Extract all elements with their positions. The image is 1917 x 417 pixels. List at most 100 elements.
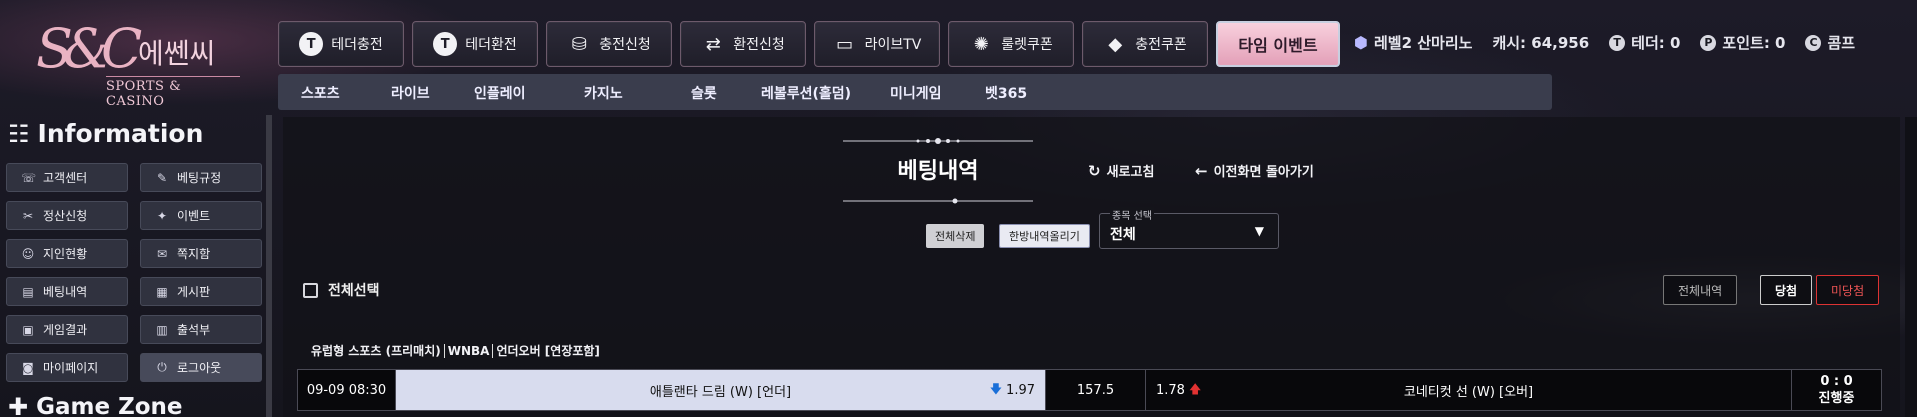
result-icon: ▣ [22,322,34,337]
select-all-checkbox[interactable]: 전체선택 [303,280,380,300]
sidebar-item-settlement[interactable]: ✂ 정산신청 [6,201,128,230]
bet-market: 언더오버 [연장포함] [496,344,600,358]
information-title: Information [37,119,204,148]
tether-icon: T [433,32,458,56]
home-odds-value: 1.97 [1006,382,1035,398]
cash-text: 캐시: 64,956 [1492,34,1590,52]
match-status: 0 : 0 진행중 [1792,370,1881,410]
refresh-button[interactable]: ↻ 새로고침 [1088,161,1155,181]
exchange-icon: ⇄ [705,33,721,55]
sidebar-item-friends[interactable]: ☺ 지인현황 [6,239,128,268]
bet-category: 유럽형 스포츠 (프리매치) [311,344,441,358]
game-zone-heading: ✚ Game Zone [8,393,183,417]
sport-select[interactable]: 종목 선택 전체 ▼ [1099,207,1279,249]
sub-nav: 스포츠 라이브 인플레이 카지노 슬롯 레볼루션(홀덤) 미니게임 벳365 [278,74,1552,110]
sidebar-item-messages[interactable]: ✉ 쪽지함 [140,239,262,268]
sidebar-item-label: 게시판 [177,285,211,299]
deposit-request-label: 충전신청 [599,37,651,53]
roulette-coupon-button[interactable]: ✺ 룰렛쿠폰 [948,21,1074,67]
time-event-button[interactable]: 타임 이벤트 [1216,21,1340,67]
tether-icon: T [1609,34,1626,51]
subnav-revolution[interactable]: 레볼루션(홀덤) [761,83,851,103]
home-team: 애틀랜타 드림 (W) [언더] [649,384,792,400]
settle-icon: ✂ [22,208,34,223]
sidebar-item-bet-rules[interactable]: ✎ 베팅규정 [140,163,262,192]
sidebar-item-customer-center[interactable]: ☏ 고객센터 [6,163,128,192]
level-icon: ⬢ [1354,33,1368,52]
filter-win-button[interactable]: 당첨 [1760,275,1813,305]
roulette-icon: ✺ [973,33,989,55]
sport-select-value: 전체 [1110,227,1136,243]
gamepad-icon: ✚ [8,393,29,417]
deposit-request-button[interactable]: ⛁ 충전신청 [546,21,672,67]
filter-all-button[interactable]: 전체내역 [1663,275,1738,305]
user-level[interactable]: ⬢ 레벨2 산마리노 [1354,32,1472,53]
home-selection[interactable]: 애틀랜타 드림 (W) [언더] 🡇 1.97 [396,370,1046,410]
charge-coupon-button[interactable]: ◆ 충전쿠폰 [1082,21,1208,67]
bet-league: WNBA [447,343,490,358]
back-label: 이전화면 돌아가기 [1213,165,1314,180]
sidebar-item-bet-history[interactable]: ▤ 베팅내역 [6,277,128,306]
message-icon: ✉ [156,246,168,261]
title-ornament-bottom [843,198,1033,204]
subnav-minigame[interactable]: 미니게임 [890,83,942,103]
bet-row: 09-09 08:30 애틀랜타 드림 (W) [언더] 🡇 1.97 157.… [297,369,1882,411]
away-odds: 1.78 🡅 [1156,380,1201,401]
charge-coupon-label: 충전쿠폰 [1135,37,1187,53]
upload-history-button[interactable]: 한방내역올리기 [999,224,1090,248]
sidebar-menu: ☏ 고객센터 ✎ 베팅규정 ✂ 정산신청 ✦ 이벤트 ☺ 지인현황 ✉ 쪽지함 ▤ 베팅내역 … [6,163,262,382]
sidebar-item-label: 이벤트 [177,209,211,223]
sidebar-item-label: 게임결과 [43,323,88,337]
page-title: 베팅내역 [897,159,979,184]
header: S&C 에쎈씨 SPORTS & CASINO T 테더충전 T 테더환전 ⛁ … [0,0,1917,112]
info-list-icon: ☷ [8,119,30,148]
away-odds-value: 1.78 [1156,382,1185,398]
bet-history-panel: 베팅내역 ↻ 새로고침 ← 이전화면 돌아가기 전체삭제 한방내역올리기 종목 … [283,117,1900,417]
sidebar-item-label: 베팅내역 [43,285,88,299]
sidebar-item-label: 마이페이지 [43,361,99,375]
match-status-text: 진행중 [1818,391,1855,406]
away-selection[interactable]: 1.78 🡅 코네티컷 선 (W) [오버] [1146,370,1792,410]
sidebar-item-mypage[interactable]: ◙ 마이페이지 [6,353,128,382]
game-zone-title: Game Zone [36,394,183,417]
arrow-left-icon: ← [1195,161,1208,180]
live-tv-button[interactable]: ▭ 라이브TV [814,21,940,67]
sidebar-item-attendance[interactable]: ▥ 출석부 [140,315,262,344]
event-icon: ✦ [156,208,168,223]
subnav-bet365[interactable]: 벳365 [985,83,1027,103]
bet-history-icon: ▤ [22,284,34,299]
subnav-casino[interactable]: 카지노 [584,83,623,103]
top-nav: T 테더충전 T 테더환전 ⛁ 충전신청 ⇄ 환전신청 ▭ 라이브TV ✺ 룰렛… [278,21,1340,67]
subnav-sports[interactable]: 스포츠 [301,83,340,103]
page-scrollbar[interactable] [1905,117,1917,417]
filter-lose-button[interactable]: 미당첨 [1816,275,1880,305]
point-balance: P 포인트: 0 [1700,32,1785,53]
user-info: ⬢ 레벨2 산마리노 캐시: 64,956 T 테더: 0 P 포인트: 0 C… [1354,32,1855,53]
board-icon: ▦ [156,284,168,299]
sidebar-item-label: 지인현황 [43,247,88,261]
subnav-inplay[interactable]: 인플레이 [474,83,526,103]
sidebar-scrollbar[interactable] [266,115,272,417]
site-logo[interactable]: S&C 에쎈씨 SPORTS & CASINO [30,18,240,109]
tether-withdraw-button[interactable]: T 테더환전 [412,21,538,67]
checkbox-box [303,282,318,298]
sidebar-item-event[interactable]: ✦ 이벤트 [140,201,262,230]
match-score: 0 : 0 [1820,374,1853,389]
subnav-slot[interactable]: 슬롯 [691,83,717,103]
comp-balance[interactable]: C 콤프 [1805,32,1855,53]
refresh-label: 새로고침 [1106,165,1155,180]
tether-icon: T [299,32,324,56]
subnav-live[interactable]: 라이브 [391,83,430,103]
withdraw-request-button[interactable]: ⇄ 환전신청 [680,21,806,67]
delete-all-button[interactable]: 전체삭제 [926,224,985,248]
information-heading: ☷ Information [8,119,203,148]
coins-icon: ⛁ [571,33,587,55]
back-button[interactable]: ← 이전화면 돌아가기 [1195,161,1314,181]
refresh-icon: ↻ [1088,161,1101,180]
handicap-line: 157.5 [1046,370,1146,410]
sidebar-item-logout[interactable]: ⏻ 로그아웃 [140,353,262,382]
sidebar-item-game-results[interactable]: ▣ 게임결과 [6,315,128,344]
sidebar-item-board[interactable]: ▦ 게시판 [140,277,262,306]
tether-deposit-button[interactable]: T 테더충전 [278,21,404,67]
logo-subtitle: SPORTS & CASINO [106,76,240,109]
